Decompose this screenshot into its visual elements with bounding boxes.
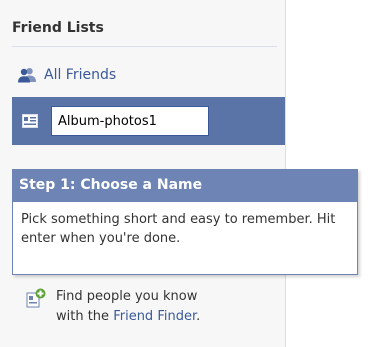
add-friend-icon [26, 288, 46, 308]
section-title: Friend Lists [12, 20, 277, 47]
tooltip-header: Step 1: Choose a Name [13, 169, 357, 202]
step-tooltip: Step 1: Choose a Name Pick something sho… [12, 169, 358, 275]
finder-text-line2: with the Friend Finder. [56, 307, 200, 327]
friend-finder-prompt: Find people you know with the Friend Fin… [26, 287, 200, 327]
sidebar-item-all-friends[interactable]: All Friends [18, 64, 116, 86]
finder-text-line1: Find people you know [56, 289, 198, 304]
friend-finder-link[interactable]: Friend Finder [113, 309, 196, 324]
finder-text-with: with the [56, 309, 110, 324]
finder-text-end: . [196, 309, 201, 324]
list-card-icon [22, 114, 38, 128]
list-name-input[interactable] [51, 106, 209, 136]
tooltip-body: Pick something short and easy to remembe… [21, 212, 336, 246]
page: Friend Lists All Friends Album-photos1 F… [0, 0, 371, 347]
all-friends-link[interactable]: All Friends [44, 67, 116, 83]
friends-icon [18, 68, 36, 83]
finder-text: Find people you know with the Friend Fin… [56, 287, 200, 327]
new-list-row [12, 97, 285, 145]
